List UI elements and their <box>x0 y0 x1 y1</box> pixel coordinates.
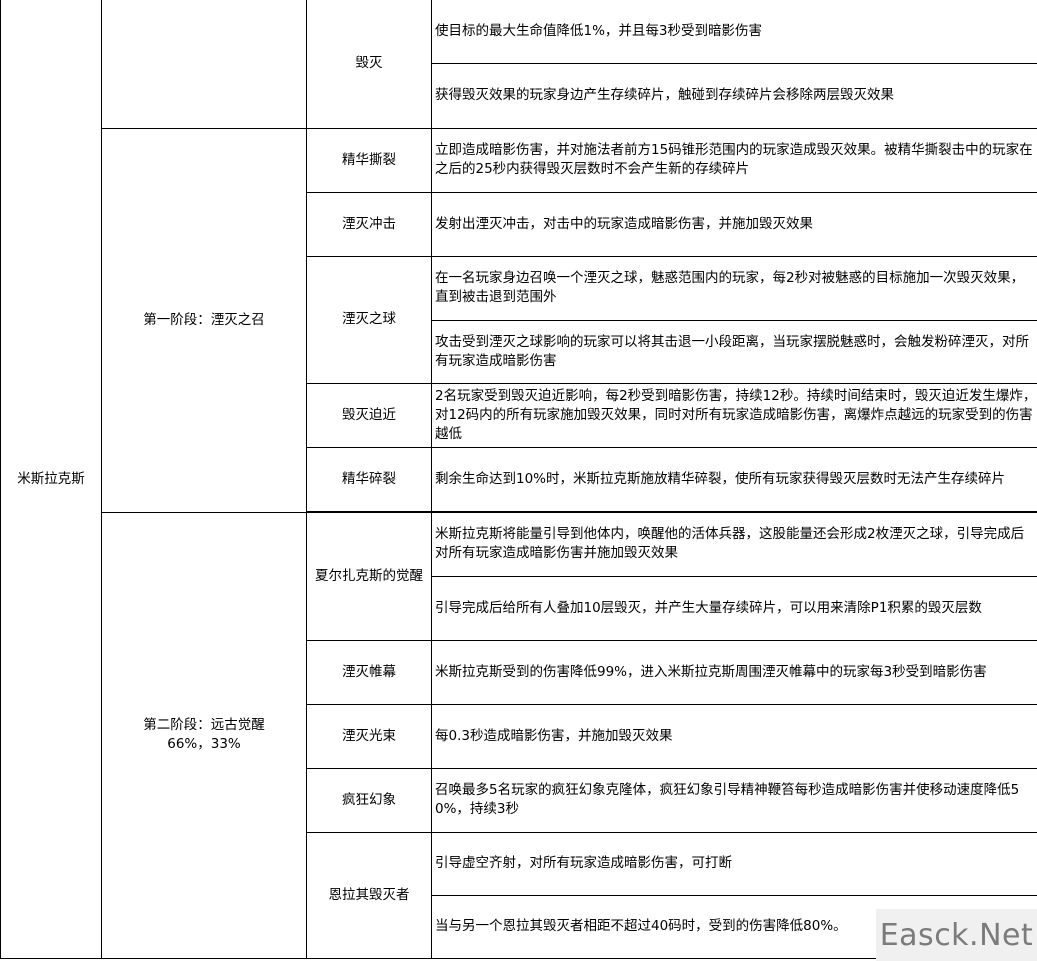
ability-desc-cell: 引导完成后给所有人叠加10层毁灭，并产生大量存续碎片，可以用来清除P1积累的毁灭… <box>431 575 1037 641</box>
phase-2-sub: 66%，33% <box>167 736 241 753</box>
spacer-cell <box>307 958 432 959</box>
ability-name-cell: 湮灭光束 <box>306 703 432 769</box>
ability-name: 疯狂幻象 <box>342 791 396 808</box>
ability-desc-cell: 召唤最多5名玩家的疯狂幻象克隆体，疯狂幻象引导精神鞭笞每秒造成暗影伤害并使移动速… <box>431 767 1037 833</box>
ability-desc: 引导完成后给所有人叠加10层毁灭，并产生大量存续碎片，可以用来清除P1积累的毁灭… <box>435 599 982 616</box>
ability-name: 湮灭之球 <box>342 311 396 327</box>
phase-2-cell: 第二阶段：远古觉醒 66%，33% <box>101 511 307 959</box>
ability-desc: 召唤最多5名玩家的疯狂幻象克隆体，疯狂幻象引导精神鞭笞每秒造成暗影伤害并使移动速… <box>435 782 1020 817</box>
ability-name: 精华撕裂 <box>342 151 396 168</box>
boss-name: 米斯拉克斯 <box>17 470 85 487</box>
ability-desc: 当与另一个恩拉其毁灭者相距不超过40码时，受到的伤害降低80%。 <box>435 918 847 934</box>
ability-name: 恩拉其毁灭者 <box>328 886 410 903</box>
ability-desc: 使目标的最大生命值降低1%，并且每3秒受到暗影伤害 <box>435 22 763 39</box>
ability-name-cell: 湮灭冲击 <box>306 191 432 257</box>
ability-name-cell: 精华碎裂 <box>306 446 432 512</box>
ability-desc: 发射出湮灭冲击，对击中的玩家造成暗影伤害，并施加毁灭效果 <box>435 215 813 232</box>
ability-desc: 剩余生命达到10%时，米斯拉克斯施放精华碎裂，使所有玩家获得毁灭层数时无法产生存… <box>435 470 1006 487</box>
phase-1-label: 第一阶段：湮灭之召 <box>143 311 265 328</box>
phase-2-label: 第二阶段：远古觉醒 <box>143 717 265 734</box>
ability-desc-cell: 引导虚空齐射，对所有玩家造成暗影伤害，可打断 <box>431 831 1037 896</box>
phase-empty-cell <box>101 0 307 129</box>
ability-name-cell: 夏尔扎克斯的觉醒 <box>306 511 432 641</box>
ability-name-cell: 疯狂幻象 <box>306 767 432 833</box>
ability-name-cell: 湮灭帷幕 <box>306 639 432 705</box>
ability-desc-cell: 发射出湮灭冲击，对击中的玩家造成暗影伤害，并施加毁灭效果 <box>431 191 1037 257</box>
ability-name: 毁灭迫近 <box>342 406 396 423</box>
boss-ability-table: 米斯拉克斯 毁灭 使目标的最大生命值降低1%，并且每3秒受到暗影伤害 获得毁灭效… <box>0 0 1037 959</box>
ability-desc: 每0.3秒造成暗影伤害，并施加毁灭效果 <box>435 727 673 744</box>
ability-name: 毁灭 <box>355 55 383 72</box>
ability-name: 湮灭光束 <box>342 727 396 744</box>
ability-desc-cell: 在一名玩家身边召唤一个湮灭之球，魅惑范围内的玩家，每2秒对被魅惑的目标施加一次毁… <box>431 255 1037 321</box>
ability-desc: 米斯拉克斯受到的伤害降低99%，进入米斯拉克斯周围湮灭帷幕中的玩家每3秒受到暗影… <box>435 663 987 680</box>
ability-name: 精华碎裂 <box>342 470 396 487</box>
ability-name-cell: 湮灭之球 <box>306 255 432 384</box>
ability-desc-cell: 立即造成暗影伤害，并对施法者前方15码锥形范围内的玩家造成毁灭效果。被精华撕裂击… <box>431 127 1037 193</box>
ability-desc: 攻击受到湮灭之球影响的玩家可以将其击退一小段距离，当玩家摆脱魅惑时，会触发粉碎湮… <box>435 333 1029 369</box>
ability-name: 夏尔扎克斯的觉醒 <box>315 567 423 584</box>
ability-desc-cell: 剩余生命达到10%时，米斯拉克斯施放精华碎裂，使所有玩家获得毁灭层数时无法产生存… <box>431 446 1037 512</box>
ability-desc: 引导虚空齐射，对所有玩家造成暗影伤害，可打断 <box>435 855 732 871</box>
ability-name-cell: 毁灭 <box>306 0 432 129</box>
ability-name-cell: 精华撕裂 <box>306 127 432 193</box>
ability-desc-cell: 米斯拉克斯受到的伤害降低99%，进入米斯拉克斯周围湮灭帷幕中的玩家每3秒受到暗影… <box>431 639 1037 705</box>
phase-1-cell: 第一阶段：湮灭之召 <box>101 127 307 513</box>
watermark: Easck.Net <box>876 909 1037 961</box>
ability-desc-cell: 使目标的最大生命值降低1%，并且每3秒受到暗影伤害 <box>431 0 1037 64</box>
ability-name-cell: 恩拉其毁灭者 <box>306 831 432 959</box>
ability-desc-cell: 每0.3秒造成暗影伤害，并施加毁灭效果 <box>431 703 1037 769</box>
ability-desc-cell: 获得毁灭效果的玩家身边产生存续碎片，触碰到存续碎片会移除两层毁灭效果 <box>431 62 1037 129</box>
ability-desc: 2名玩家受到毁灭迫近影响，每2秒受到暗影伤害，持续12秒。持续时间结束时，毁灭迫… <box>435 387 1037 442</box>
boss-name-cell: 米斯拉克斯 <box>0 0 102 959</box>
ability-name-cell: 毁灭迫近 <box>306 382 432 448</box>
ability-desc-cell: 2名玩家受到毁灭迫近影响，每2秒受到暗影伤害，持续12秒。持续时间结束时，毁灭迫… <box>431 382 1037 448</box>
ability-name: 湮灭冲击 <box>342 215 396 232</box>
ability-name: 湮灭帷幕 <box>342 663 396 680</box>
ability-desc: 获得毁灭效果的玩家身边产生存续碎片，触碰到存续碎片会移除两层毁灭效果 <box>435 87 894 103</box>
ability-desc: 米斯拉克斯将能量引导到他体内，唤醒他的活体兵器，这股能量还会形成2枚湮灭之球，引… <box>435 526 1025 561</box>
ability-desc: 在一名玩家身边召唤一个湮灭之球，魅惑范围内的玩家，每2秒对被魅惑的目标施加一次毁… <box>435 270 1025 305</box>
ability-desc-cell: 攻击受到湮灭之球影响的玩家可以将其击退一小段距离，当玩家摆脱魅惑时，会触发粉碎湮… <box>431 319 1037 384</box>
ability-desc: 立即造成暗影伤害，并对施法者前方15码锥形范围内的玩家造成毁灭效果。被精华撕裂击… <box>435 142 1033 177</box>
ability-desc-cell: 米斯拉克斯将能量引导到他体内，唤醒他的活体兵器，这股能量还会形成2枚湮灭之球，引… <box>431 511 1037 577</box>
